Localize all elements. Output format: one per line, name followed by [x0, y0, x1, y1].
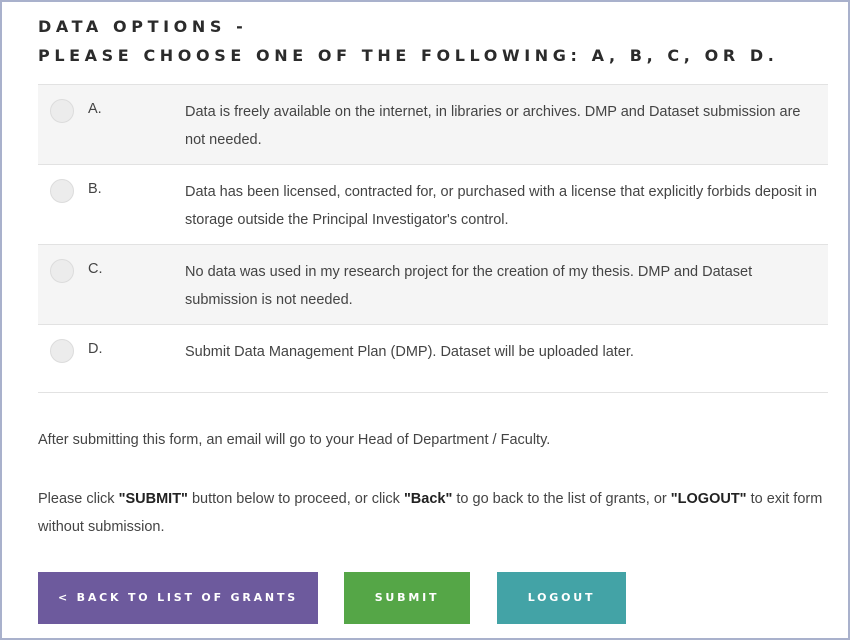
option-a-letter: A. [88, 101, 102, 117]
instructions-submit-word: "SUBMIT" [118, 491, 188, 507]
option-a-text: Data is freely available on the internet… [185, 104, 801, 148]
option-b-text: Data has been licensed, contracted for, … [185, 184, 817, 228]
page-title: DATA OPTIONS - PLEASE CHOOSE ONE OF THE … [38, 12, 778, 70]
option-a-radio[interactable] [50, 99, 74, 123]
data-options-list: A. Data is freely available on the inter… [38, 84, 828, 393]
back-to-grants-button[interactable]: < BACK TO LIST OF GRANTS [38, 572, 318, 624]
option-a[interactable]: A. Data is freely available on the inter… [38, 85, 828, 165]
option-c-text: No data was used in my research project … [185, 264, 753, 308]
page-title-line-1: DATA OPTIONS - [38, 17, 248, 36]
instructions-part-1: Please click [38, 491, 119, 507]
option-c[interactable]: C. No data was used in my research proje… [38, 245, 828, 325]
instructions-logout-word: "LOGOUT" [670, 491, 747, 507]
option-d[interactable]: D. Submit Data Management Plan (DMP). Da… [38, 325, 828, 393]
option-d-letter: D. [88, 341, 103, 357]
option-b[interactable]: B. Data has been licensed, contracted fo… [38, 165, 828, 245]
page-title-line-2: PLEASE CHOOSE ONE OF THE FOLLOWING: A, B… [38, 46, 779, 65]
instructions-back-word: "Back" [403, 491, 453, 507]
option-c-radio[interactable] [50, 259, 74, 283]
option-d-text: Submit Data Management Plan (DMP). Datas… [185, 344, 634, 360]
instructions-part-2: button below to proceed, or click [187, 491, 404, 507]
instructions-text: Please click "SUBMIT" button below to pr… [38, 485, 828, 541]
option-b-letter: B. [88, 181, 102, 197]
option-b-radio[interactable] [50, 179, 74, 203]
option-c-letter: C. [88, 261, 103, 277]
submit-button[interactable]: SUBMIT [344, 572, 470, 624]
email-notice: After submitting this form, an email wil… [38, 432, 551, 448]
option-d-radio[interactable] [50, 339, 74, 363]
logout-button[interactable]: LOGOUT [497, 572, 626, 624]
instructions-part-3: to go back to the list of grants, or [452, 491, 671, 507]
